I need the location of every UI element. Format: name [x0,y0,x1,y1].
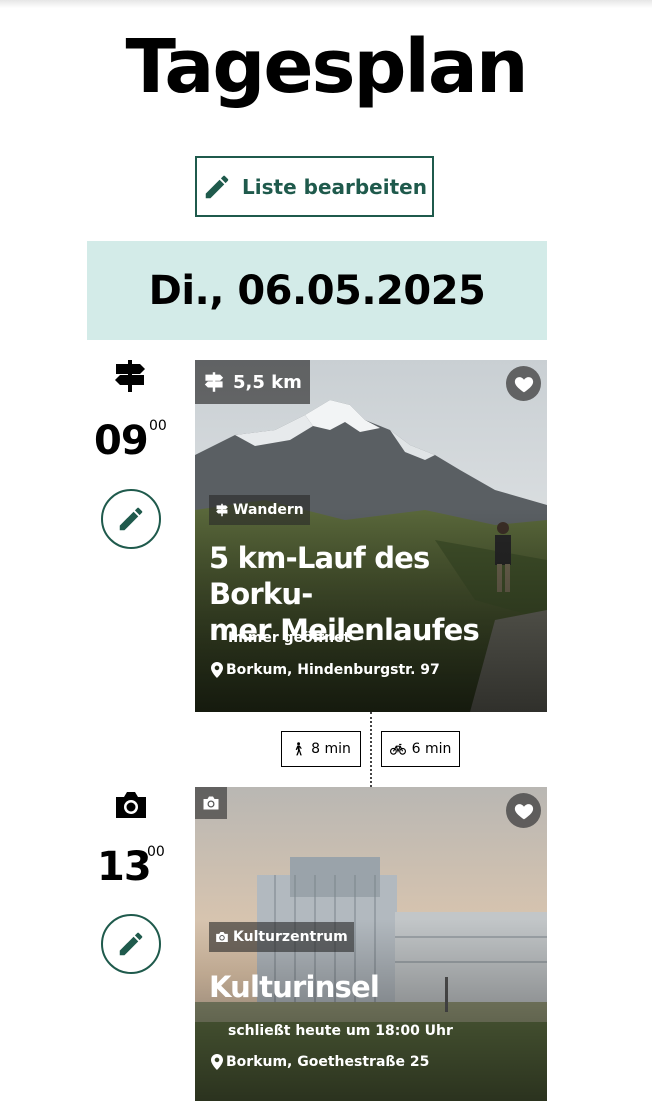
bike-time-badge: 6 min [381,731,460,767]
edit-entry-button[interactable] [101,489,161,549]
camera-icon [203,796,219,810]
edit-list-label: Liste bearbeiten [242,174,427,199]
entry-card[interactable]: 5,5 km Wandern 5 km-Lauf des Borku- mer … [195,360,547,712]
bicycle-icon [389,743,406,755]
entry-time-minute: 00 [149,418,167,434]
walk-time-text: 8 min [311,741,351,757]
location-pin-icon [211,1054,223,1070]
entry-card[interactable]: Kulturzentrum Kulturinsel schließt heute… [195,787,547,1101]
category-label: Wandern [233,502,304,518]
route-connector [370,712,372,787]
signpost-icon [216,503,228,517]
entry-title: Kulturinsel [209,970,380,1004]
camera-icon [216,931,228,943]
page-title: Tagesplan [125,24,528,110]
category-badge: Kulturzentrum [209,922,354,952]
edit-entry-button[interactable] [101,914,161,974]
address: Borkum, Hindenburgstr. 97 [211,662,440,678]
pencil-icon [205,175,229,198]
pencil-icon [119,507,143,531]
walk-time-badge: 8 min [281,731,361,767]
camera-badge [195,787,227,819]
opening-status: Immer geöffnet [228,630,351,646]
category-badge: Wandern [209,495,310,525]
entry-time-minute: 00 [147,844,165,860]
edit-list-button[interactable]: Liste bearbeiten [195,156,434,217]
signpost-icon [115,360,145,392]
location-pin-icon [211,662,223,678]
day-date: Di., 06.05.2025 [148,267,486,314]
favorite-button[interactable] [506,366,541,401]
address: Borkum, Goethestraße 25 [211,1054,429,1070]
bike-time-text: 6 min [411,741,452,757]
heart-icon [514,376,533,392]
heart-icon [514,803,533,819]
entry-time-hour: 13 [97,844,152,890]
walking-icon [295,742,302,756]
category-label: Kulturzentrum [233,929,348,945]
distance-badge: 5,5 km [195,360,310,404]
favorite-button[interactable] [506,793,541,828]
entry-title-line: 5 km-Lauf des Borku- [209,541,430,611]
distance-text: 5,5 km [233,371,302,393]
pencil-icon [119,932,143,956]
camera-icon [116,792,146,818]
address-text: Borkum, Hindenburgstr. 97 [226,662,440,678]
top-shadow [0,0,652,8]
entry-time-hour: 09 [94,418,149,464]
opening-status: schließt heute um 18:00 Uhr [228,1023,453,1039]
day-header: Di., 06.05.2025 [87,241,547,340]
signpost-icon [204,372,224,392]
address-text: Borkum, Goethestraße 25 [226,1054,430,1070]
